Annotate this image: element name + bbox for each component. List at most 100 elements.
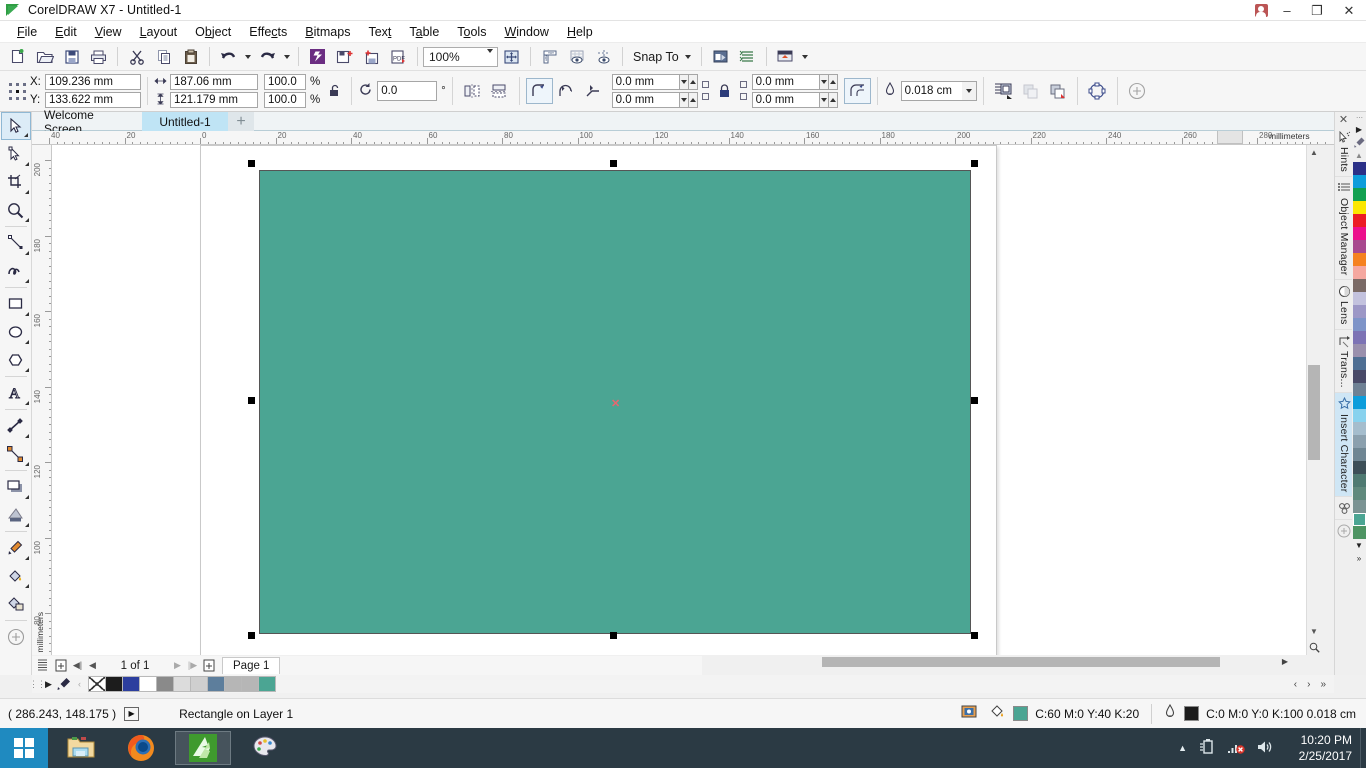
palette-prev-icon[interactable]: ‹: [73, 676, 86, 692]
new-document-button[interactable]: [4, 44, 31, 70]
pick-tool[interactable]: [0, 112, 31, 140]
status-expander-button[interactable]: ▶: [124, 706, 140, 721]
rotation-angle-field[interactable]: 0.0: [377, 81, 438, 101]
corner-radius-bottom-right-field[interactable]: 0.0 mm: [751, 92, 820, 108]
position-y-field[interactable]: 133.622 mm: [45, 92, 141, 108]
page-tab-page-1[interactable]: Page 1: [222, 657, 281, 674]
corner-radius-top-right-field[interactable]: 0.0 mm: [751, 74, 820, 90]
network-error-icon[interactable]: [1227, 739, 1245, 758]
shape-tool[interactable]: [1, 140, 31, 168]
selection-handle-top-left[interactable]: [248, 160, 255, 167]
menu-help[interactable]: Help: [558, 23, 602, 41]
horizontal-scroll-thumb[interactable]: [822, 657, 1220, 667]
relative-corner-scale-icon[interactable]: [843, 78, 871, 104]
palette-eyedropper-icon[interactable]: [1353, 136, 1365, 149]
show-rulers-button[interactable]: [536, 44, 563, 70]
corner-br-down[interactable]: [819, 92, 829, 108]
palette-swatch[interactable]: [139, 676, 157, 692]
docker-object-manager[interactable]: Object Manager: [1335, 177, 1353, 281]
corel-connect-icon[interactable]: [304, 44, 331, 70]
undo-button[interactable]: [215, 44, 242, 70]
corner-tl-down[interactable]: [679, 74, 689, 90]
last-page-button[interactable]: |▶: [185, 657, 200, 674]
scalloped-corner-button[interactable]: [553, 78, 580, 104]
object-manager-icon[interactable]: [734, 44, 761, 70]
to-front-icon[interactable]: [1017, 78, 1044, 104]
show-grid-button[interactable]: [563, 44, 590, 70]
taskbar-file-explorer[interactable]: [53, 731, 109, 765]
redo-dropdown[interactable]: [281, 44, 293, 70]
taskbar-paint[interactable]: [237, 731, 293, 765]
palette-swatch[interactable]: [1352, 370, 1366, 383]
drop-shadow-tool[interactable]: [1, 473, 31, 501]
palette-swatch[interactable]: [173, 676, 191, 692]
open-document-button[interactable]: [31, 44, 58, 70]
show-guidelines-button[interactable]: [590, 44, 617, 70]
palette-swatch[interactable]: [1352, 188, 1366, 201]
interactive-fill-tool[interactable]: [1, 562, 31, 590]
scroll-up-icon[interactable]: ▲: [1307, 145, 1321, 160]
text-tool[interactable]: A: [1, 379, 31, 407]
zoom-to-page-icon[interactable]: [1307, 640, 1321, 655]
palette-swatch[interactable]: [1352, 461, 1366, 474]
palette-swatch[interactable]: [1352, 396, 1366, 409]
palette-swatch[interactable]: [1352, 305, 1366, 318]
palette-swatch[interactable]: [105, 676, 123, 692]
save-document-button[interactable]: [58, 44, 85, 70]
docker-color-styles[interactable]: [1335, 497, 1353, 521]
round-corner-button[interactable]: [525, 78, 553, 104]
outline-width-field[interactable]: 0.018 cm: [900, 81, 963, 101]
color-proof-monitor-icon[interactable]: [961, 704, 977, 723]
minimize-button[interactable]: –: [1272, 0, 1302, 21]
publish-pdf-button[interactable]: PDF: [385, 44, 412, 70]
palette-swatch[interactable]: [1352, 331, 1366, 344]
start-button[interactable]: [0, 728, 48, 768]
corner-tl-up[interactable]: [688, 74, 698, 90]
selection-handle-bottom-right[interactable]: [971, 632, 978, 639]
menu-tools[interactable]: Tools: [448, 23, 495, 41]
speaker-icon[interactable]: [1256, 739, 1274, 758]
export-button[interactable]: [358, 44, 385, 70]
tab-welcome-screen[interactable]: Welcome Screen: [32, 108, 142, 136]
menu-bitmaps[interactable]: Bitmaps: [296, 23, 359, 41]
palette-swatch[interactable]: [1352, 279, 1366, 292]
tab-untitled-1[interactable]: Untitled-1: [142, 112, 228, 131]
corner-radius-top-left-field[interactable]: 0.0 mm: [611, 74, 680, 90]
fill-color-swatch[interactable]: [1013, 706, 1029, 721]
corner-tr-up[interactable]: [828, 74, 838, 90]
menu-effects[interactable]: Effects: [240, 23, 296, 41]
mirror-vertical-button[interactable]: [486, 78, 513, 104]
app-launcher-icon[interactable]: [772, 44, 799, 70]
palette-swatch[interactable]: [1352, 474, 1366, 487]
selection-handle-bottom-center[interactable]: [610, 632, 617, 639]
palette-more-icon[interactable]: »: [1320, 679, 1326, 690]
taskbar-firefox[interactable]: [113, 731, 169, 765]
paste-button[interactable]: [177, 44, 204, 70]
transparency-tool[interactable]: [1, 501, 31, 529]
scroll-down-icon[interactable]: ▼: [1307, 624, 1321, 639]
ruler-marker-box[interactable]: [1217, 131, 1243, 144]
ellipse-tool[interactable]: [1, 318, 31, 346]
cut-button[interactable]: [123, 44, 150, 70]
palette-swatch[interactable]: [241, 676, 259, 692]
corner-bl-up[interactable]: [688, 92, 698, 108]
menu-layout[interactable]: Layout: [131, 23, 187, 41]
redo-button[interactable]: [254, 44, 281, 70]
polygon-tool[interactable]: [1, 346, 31, 374]
palette-scroll-right-icon[interactable]: ▶: [42, 676, 55, 692]
open-padlock-icon[interactable]: [325, 78, 345, 104]
copy-button[interactable]: [150, 44, 177, 70]
palette-swatch[interactable]: [1352, 214, 1366, 227]
battery-icon[interactable]: [1198, 738, 1216, 758]
palette-swatch[interactable]: [1352, 201, 1366, 214]
palette-swatch[interactable]: [190, 676, 208, 692]
palette-swatch[interactable]: [1352, 344, 1366, 357]
eyedropper-icon[interactable]: [55, 676, 73, 692]
palette-swatch[interactable]: [1352, 227, 1366, 240]
color-eyedropper-tool[interactable]: [1, 534, 31, 562]
quick-customize-tool[interactable]: [1, 623, 31, 651]
drawing-canvas[interactable]: ✕: [52, 145, 1306, 655]
page-sorter-icon[interactable]: [32, 657, 52, 674]
palette-swatch[interactable]: [1352, 383, 1366, 396]
drag-grip-icon[interactable]: ⋮⋮: [29, 677, 46, 691]
